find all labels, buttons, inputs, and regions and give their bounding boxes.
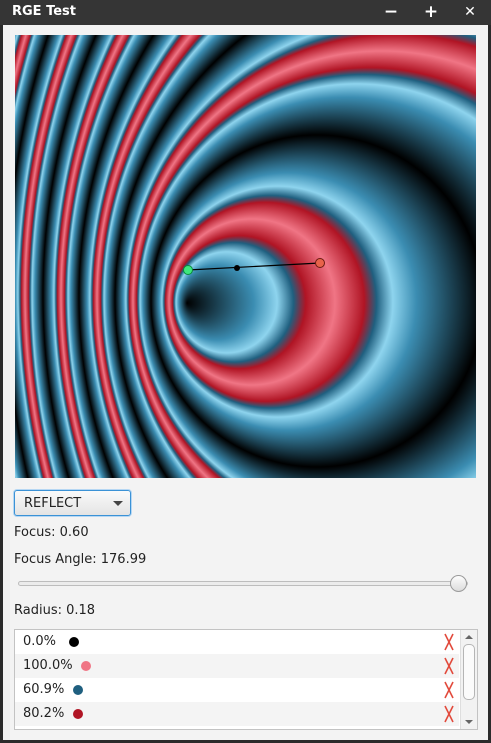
list-item[interactable]: 80.2% bbox=[15, 702, 459, 726]
main-panel: REFLECT Focus: 0.60 Focus Angle: 176.99 … bbox=[3, 25, 488, 740]
slider-thumb[interactable] bbox=[449, 575, 467, 592]
focus-label: Focus: 0.60 bbox=[14, 525, 89, 540]
x-delete-icon[interactable] bbox=[443, 632, 455, 652]
center-handle[interactable] bbox=[234, 265, 240, 271]
radial-gradient-preview[interactable] bbox=[15, 35, 476, 478]
app-window: RGE Test − + ✕ REFLECT Focus: 0.60 Focus… bbox=[0, 0, 491, 743]
stop-color-swatch[interactable] bbox=[69, 637, 79, 647]
radius-handle[interactable] bbox=[315, 258, 325, 268]
maximize-icon[interactable]: + bbox=[420, 1, 442, 23]
stop-color-swatch[interactable] bbox=[81, 661, 91, 671]
list-scrollbar[interactable] bbox=[460, 630, 477, 729]
stop-color-swatch[interactable] bbox=[73, 685, 83, 695]
stop-offset: 0.0% bbox=[23, 634, 57, 649]
list-item[interactable]: 0.0% bbox=[15, 630, 459, 654]
x-delete-icon[interactable] bbox=[443, 704, 455, 724]
radius-label: Radius: 0.18 bbox=[14, 603, 96, 618]
cycle-method-select[interactable]: REFLECT bbox=[14, 490, 131, 516]
x-delete-icon[interactable] bbox=[443, 680, 455, 700]
stop-offset: 60.9% bbox=[23, 682, 65, 697]
cycle-method-value: REFLECT bbox=[24, 496, 82, 511]
gradient-fill bbox=[15, 35, 476, 478]
scroll-up-icon[interactable] bbox=[465, 635, 473, 639]
close-icon[interactable]: ✕ bbox=[459, 1, 481, 23]
chevron-down-icon bbox=[113, 501, 123, 506]
list-item[interactable]: 100.0% bbox=[15, 654, 459, 678]
stop-offset: 80.2% bbox=[23, 706, 65, 721]
title-bar[interactable]: RGE Test − + ✕ bbox=[0, 0, 491, 25]
x-delete-icon[interactable] bbox=[443, 656, 455, 676]
gradient-stop-list: 0.0% 100.0% 60.9% 80.2% bbox=[14, 629, 478, 730]
focus-angle-slider[interactable] bbox=[14, 574, 474, 594]
stop-color-swatch[interactable] bbox=[73, 709, 83, 719]
stop-offset: 100.0% bbox=[23, 658, 73, 673]
minimize-icon[interactable]: − bbox=[380, 1, 402, 23]
focus-angle-label: Focus Angle: 176.99 bbox=[14, 552, 147, 567]
list-item[interactable]: 60.9% bbox=[15, 678, 459, 702]
slider-track bbox=[18, 581, 468, 586]
focus-handle[interactable] bbox=[183, 265, 193, 275]
scroll-down-icon[interactable] bbox=[465, 720, 473, 724]
window-title: RGE Test bbox=[12, 4, 76, 19]
scrollbar-thumb[interactable] bbox=[463, 644, 475, 700]
